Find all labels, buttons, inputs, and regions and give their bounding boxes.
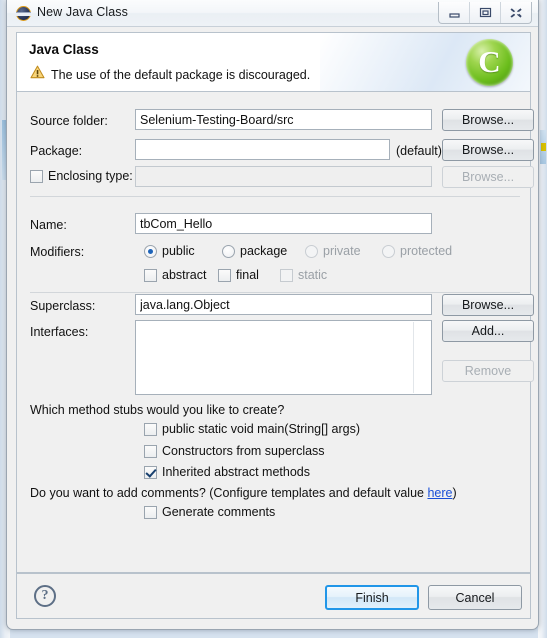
checkbox-abstract-icon[interactable] xyxy=(144,268,157,282)
dialog-titlebar[interactable]: New Java Class xyxy=(7,0,538,27)
radio-private-icon xyxy=(305,244,318,258)
modifier-radio-private: private xyxy=(305,244,361,258)
superclass-label: Superclass: xyxy=(30,299,96,313)
configure-templates-link[interactable]: here xyxy=(427,486,452,500)
background-ide-right-strip xyxy=(538,0,547,638)
source-folder-label: Source folder: xyxy=(30,114,108,128)
modifier-radio-package-label: package xyxy=(240,244,288,258)
modifier-radio-package[interactable]: package xyxy=(222,244,287,258)
stub-option-constructors[interactable]: Constructors from superclass xyxy=(144,444,325,458)
banner-message-row: The use of the default package is discou… xyxy=(30,65,310,84)
modifier-check-static-label: static xyxy=(298,268,328,282)
banner-message: The use of the default package is discou… xyxy=(51,67,311,82)
stub-option-main[interactable]: public static void main(String[] args) xyxy=(144,422,360,436)
source-folder-browse-button[interactable]: Browse... xyxy=(442,109,534,131)
warning-icon xyxy=(30,65,45,84)
modifier-radio-protected-label: protected xyxy=(400,244,453,258)
enclosing-type-checkbox-row[interactable]: Enclosing type: xyxy=(30,169,133,183)
comments-question: Do you want to add comments? (Configure … xyxy=(30,486,457,500)
checkbox-constructors-icon[interactable] xyxy=(144,444,157,458)
superclass-input[interactable] xyxy=(135,294,432,315)
comments-question-after: ) xyxy=(452,486,457,500)
generate-comments-option[interactable]: Generate comments xyxy=(144,505,275,519)
package-browse-button[interactable]: Browse... xyxy=(442,139,534,161)
modifier-radio-public-label: public xyxy=(162,244,195,258)
logo-letter: C xyxy=(478,44,501,79)
modifiers-label: Modifiers: xyxy=(30,245,85,259)
modifier-check-abstract[interactable]: abstract xyxy=(144,268,206,282)
radio-package-icon[interactable] xyxy=(222,244,235,258)
modifier-check-abstract-label: abstract xyxy=(162,268,207,282)
java-class-wizard-logo: C xyxy=(466,39,513,86)
radio-protected-icon xyxy=(382,244,395,258)
window-controls xyxy=(438,2,532,24)
class-name-input[interactable] xyxy=(135,213,432,234)
enclosing-type-input xyxy=(135,166,432,187)
background-marker-right xyxy=(541,143,546,151)
method-stubs-question: Which method stubs would you like to cre… xyxy=(30,403,285,417)
interfaces-remove-button: Remove xyxy=(442,360,534,382)
source-folder-input[interactable] xyxy=(135,109,432,130)
dialog-body: Source folder: Browse... Package: (defau… xyxy=(16,92,534,573)
modifier-radio-protected: protected xyxy=(382,244,452,258)
generate-comments-label: Generate comments xyxy=(162,505,276,519)
interfaces-label: Interfaces: xyxy=(30,325,89,339)
modifier-radio-public[interactable]: public xyxy=(144,244,195,258)
name-label: Name: xyxy=(30,218,67,232)
finish-button[interactable]: Finish xyxy=(325,585,419,610)
checkbox-inherited-abstract-icon[interactable] xyxy=(144,465,157,479)
modifier-check-final[interactable]: final xyxy=(218,268,259,282)
modifier-check-static: static xyxy=(280,268,327,282)
wizard-banner: Java Class The use of the default packag… xyxy=(16,32,531,92)
section-divider-1 xyxy=(30,196,520,197)
modifier-check-final-label: final xyxy=(236,268,259,282)
cancel-button[interactable]: Cancel xyxy=(428,585,522,610)
interfaces-add-button[interactable]: Add... xyxy=(442,320,534,342)
banner-title: Java Class xyxy=(29,42,99,57)
checkbox-main-method-icon[interactable] xyxy=(144,422,157,436)
enclosing-type-checkbox[interactable] xyxy=(30,169,43,183)
stub-option-inherited[interactable]: Inherited abstract methods xyxy=(144,465,310,479)
minimize-icon[interactable] xyxy=(439,2,469,23)
checkbox-final-icon[interactable] xyxy=(218,268,231,282)
eclipse-disc-icon xyxy=(16,6,31,21)
interfaces-list[interactable] xyxy=(135,320,432,395)
new-java-class-dialog: New Java Class Java Class The use of the… xyxy=(6,0,539,630)
checkbox-generate-comments-icon[interactable] xyxy=(144,505,157,519)
interfaces-list-scroll-track xyxy=(413,322,414,393)
package-input[interactable] xyxy=(135,139,390,160)
comments-question-before: Do you want to add comments? (Configure … xyxy=(30,486,428,500)
stub-option-inherited-label: Inherited abstract methods xyxy=(162,465,310,479)
stub-option-constructors-label: Constructors from superclass xyxy=(162,444,325,458)
enclosing-type-label: Enclosing type: xyxy=(48,169,133,183)
enclosing-type-browse-button: Browse... xyxy=(442,166,534,188)
superclass-browse-button[interactable]: Browse... xyxy=(442,294,534,316)
radio-public-icon[interactable] xyxy=(144,244,157,258)
section-divider-2 xyxy=(30,292,520,293)
restore-icon[interactable] xyxy=(469,2,500,23)
checkbox-static-icon xyxy=(280,268,293,282)
dialog-footer: ? Finish Cancel xyxy=(16,573,531,619)
stub-option-main-label: public static void main(String[] args) xyxy=(162,422,360,436)
modifier-radio-private-label: private xyxy=(323,244,361,258)
dialog-title: New Java Class xyxy=(37,5,129,19)
close-icon[interactable] xyxy=(500,2,531,23)
help-icon[interactable]: ? xyxy=(34,585,56,607)
package-default-hint: (default) xyxy=(396,144,442,158)
package-label: Package: xyxy=(30,144,83,158)
